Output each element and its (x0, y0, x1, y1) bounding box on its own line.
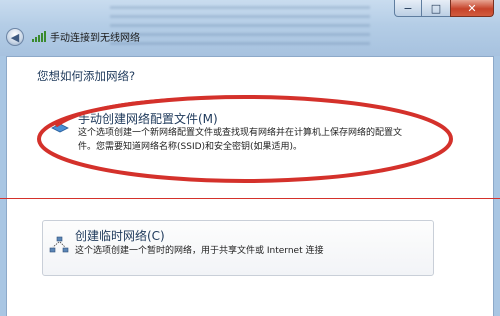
option-description: 这个选项创建一个新网络配置文件或查找现有网络并在计算机上保存网络的配置文 (78, 128, 403, 138)
option-description: 这个选项创建一个暂时的网络，用于共享文件或 Internet 连接 (75, 246, 324, 256)
option-adhoc-network[interactable]: 创建临时网络(C) 这个选项创建一个暂时的网络，用于共享文件或 Internet… (42, 220, 434, 276)
back-arrow-icon: ◀ (10, 30, 20, 44)
option-manual-profile[interactable]: 手动创建网络配置文件(M) 这个选项创建一个新网络配置文件或查找现有网络并在计算… (44, 104, 432, 164)
minimize-button[interactable]: − (394, 0, 422, 17)
back-button[interactable]: ◀ (6, 28, 24, 46)
network-icon (51, 118, 69, 133)
option-description-line2: 件。您需要知道网络名称(SSID)和安全密钥(如果适用)。 (78, 142, 303, 152)
page-question: 您想如何添加网络? (37, 69, 136, 83)
close-button[interactable]: ✕ (450, 0, 494, 17)
caption-buttons: − □ ✕ (394, 0, 494, 17)
background-blur (110, 6, 370, 46)
maximize-button[interactable]: □ (422, 0, 450, 17)
wireless-signal-icon (32, 31, 46, 42)
red-divider-line (0, 198, 500, 199)
content-panel (6, 56, 494, 316)
option-title: 手动创建网络配置文件(M) (78, 112, 218, 126)
option-title: 创建临时网络(C) (75, 229, 165, 243)
adhoc-network-icon (49, 236, 69, 253)
window-title: 手动连接到无线网络 (50, 33, 140, 44)
